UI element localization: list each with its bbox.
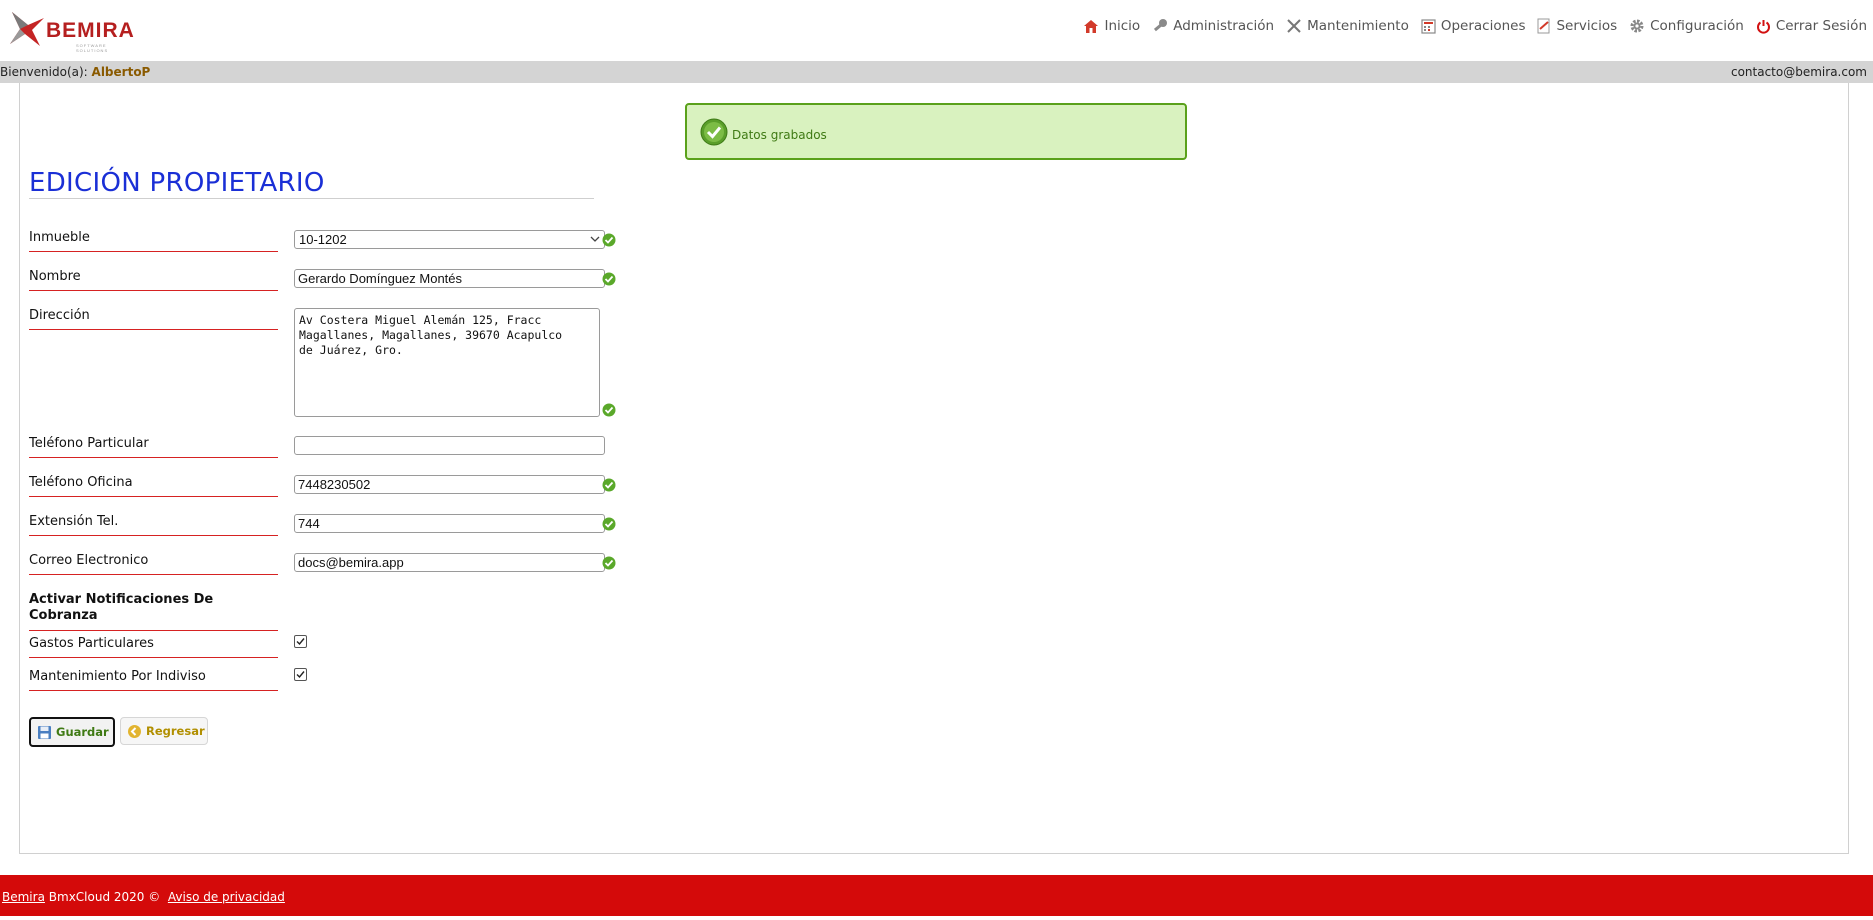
back-label: Regresar [146, 724, 205, 738]
check-circle-icon [700, 118, 728, 146]
nav-label: Cerrar Sesión [1775, 18, 1867, 34]
save-button[interactable]: Guardar [29, 717, 115, 747]
valid-check-icon [602, 403, 616, 417]
correo-label: Correo Electronico [29, 553, 278, 575]
gastos-label: Gastos Particulares [29, 636, 278, 658]
valid-check-icon [602, 233, 616, 247]
document-icon [1537, 18, 1550, 34]
notificaciones-heading: Activar Notificaciones De Cobranza [29, 592, 278, 631]
home-icon [1084, 19, 1099, 33]
page-title: EDICIÓN PROPIETARIO [29, 168, 325, 198]
checkmark-icon [296, 671, 305, 679]
nav-servicios[interactable]: Servicios [1537, 18, 1617, 34]
floppy-disk-icon [38, 725, 51, 739]
nav-label: Administración [1173, 18, 1275, 34]
welcome-bar: Bienvenido(a): AlbertoP contacto@bemira.… [0, 61, 1873, 83]
privacy-link[interactable]: Aviso de privacidad [168, 890, 285, 904]
nav-cerrar-sesion[interactable]: Cerrar Sesión [1756, 18, 1867, 34]
extension-label: Extensión Tel. [29, 514, 278, 536]
welcome-prefix: Bienvenido(a): [0, 65, 88, 79]
success-text: Datos grabados [732, 128, 827, 142]
nav-label: Operaciones [1440, 18, 1526, 34]
nav-inicio[interactable]: Inicio [1083, 18, 1140, 34]
save-label: Guardar [56, 725, 109, 739]
nav-mantenimiento[interactable]: Mantenimiento [1286, 18, 1409, 34]
nav-administracion[interactable]: Administración [1152, 18, 1274, 34]
extension-input[interactable]: 744 [294, 514, 605, 533]
indiviso-checkbox[interactable] [294, 668, 307, 681]
indiviso-label: Mantenimiento Por Indiviso [29, 669, 278, 691]
nav-configuracion[interactable]: Configuración [1629, 18, 1744, 34]
valid-check-icon [602, 272, 616, 286]
inmueble-value: 10-1202 [299, 232, 347, 247]
header: BEMIRA SOFTWARE SOLUTIONS Inicio Adminis… [0, 0, 1873, 60]
valid-check-icon [602, 517, 616, 531]
direccion-textarea[interactable]: Av Costera Miguel Alemán 125, Fracc Maga… [294, 308, 600, 417]
contact-email: contacto@bemira.com [1730, 65, 1867, 79]
valid-check-icon [602, 556, 616, 570]
back-button[interactable]: Regresar [120, 717, 208, 745]
telefono-particular-input[interactable] [294, 436, 605, 455]
telefono-oficina-input[interactable]: 7448230502 [294, 475, 605, 494]
gastos-checkbox[interactable] [294, 635, 307, 648]
footer: Bemira BmxCloud 2020 © Aviso de privacid… [0, 875, 1873, 916]
telefono-oficina-label: Teléfono Oficina [29, 475, 278, 497]
back-arrow-icon [128, 724, 141, 738]
main-nav: Inicio Administración Mantenimiento Oper… [1071, 18, 1867, 34]
welcome-user: AlbertoP [91, 65, 151, 79]
power-icon [1756, 19, 1770, 34]
direccion-label: Dirección [29, 308, 278, 330]
telefono-particular-label: Teléfono Particular [29, 436, 278, 458]
gear-icon [1630, 19, 1644, 33]
logo-tagline: SOFTWARE SOLUTIONS [76, 43, 109, 53]
valid-check-icon [602, 478, 616, 492]
footer-text: Bemira BmxCloud 2020 © Aviso de privacid… [2, 890, 285, 904]
nombre-label: Nombre [29, 269, 278, 291]
key-icon [1154, 19, 1168, 32]
nav-operaciones[interactable]: Operaciones [1421, 18, 1526, 34]
success-message: Datos grabados [685, 103, 1187, 160]
bemira-star-icon [10, 12, 44, 46]
tools-icon [1287, 19, 1301, 33]
footer-copyright: BmxCloud 2020 © [48, 890, 161, 904]
nombre-input[interactable]: Gerardo Domínguez Montés [294, 269, 605, 288]
bemira-logo[interactable]: BEMIRA SOFTWARE SOLUTIONS [8, 8, 138, 53]
calculator-icon [1421, 18, 1436, 34]
inmueble-label: Inmueble [29, 230, 278, 252]
nav-label: Mantenimiento [1307, 18, 1409, 34]
correo-input[interactable]: docs@bemira.app [294, 553, 605, 572]
logo-text: BEMIRA [46, 19, 135, 42]
welcome-text: Bienvenido(a): AlbertoP [0, 65, 150, 79]
inmueble-select[interactable]: 10-1202 [294, 230, 605, 249]
title-divider [29, 198, 594, 199]
nav-label: Servicios [1556, 18, 1618, 34]
nav-label: Configuración [1650, 18, 1744, 34]
chevron-down-icon [590, 236, 600, 242]
footer-brand-link[interactable]: Bemira [2, 890, 45, 904]
nav-label: Inicio [1104, 18, 1141, 34]
checkmark-icon [296, 638, 305, 646]
